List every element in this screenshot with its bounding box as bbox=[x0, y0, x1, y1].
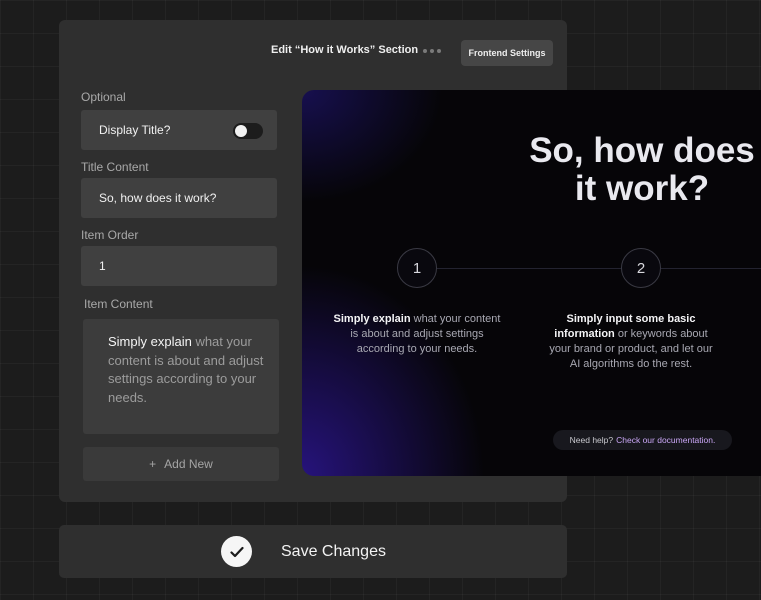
title-content-label: Title Content bbox=[81, 160, 149, 174]
frontend-settings-button[interactable]: Frontend Settings bbox=[461, 40, 553, 66]
item-order-label: Item Order bbox=[81, 228, 139, 242]
panel-title: Edit “How it Works” Section bbox=[271, 44, 419, 56]
item-content-strong: Simply explain bbox=[108, 334, 192, 349]
title-content-input[interactable]: So, how does it work? bbox=[81, 178, 277, 218]
checkmark-icon bbox=[221, 536, 252, 567]
preview-title-line1: So, how does bbox=[529, 131, 755, 170]
item-content-textarea[interactable]: Simply explain what your content is abou… bbox=[83, 319, 279, 434]
step-description-2: Simply input some basic information or k… bbox=[546, 312, 716, 372]
add-new-button[interactable]: + Add New bbox=[83, 447, 279, 481]
save-changes-label: Save Changes bbox=[281, 543, 386, 560]
optional-label: Optional bbox=[81, 90, 126, 104]
section-preview: So, how does it work? 1 Simply explain w… bbox=[302, 90, 761, 476]
help-text: Need help? bbox=[569, 435, 614, 445]
save-changes-button[interactable]: Save Changes bbox=[59, 525, 567, 578]
display-title-field: Display Title? bbox=[81, 110, 277, 150]
steps-connector-line bbox=[437, 268, 761, 269]
item-order-input[interactable]: 1 bbox=[81, 246, 277, 286]
documentation-link[interactable]: Check our documentation. bbox=[616, 435, 715, 445]
display-title-label: Display Title? bbox=[99, 123, 171, 137]
preview-title: So, how does it work? bbox=[512, 132, 761, 208]
step-number-2: 2 bbox=[621, 248, 661, 288]
step-number-1: 1 bbox=[397, 248, 437, 288]
help-pill: Need help? Check our documentation. bbox=[553, 430, 732, 450]
more-dots-icon[interactable] bbox=[423, 49, 441, 53]
add-new-label: Add New bbox=[164, 457, 213, 471]
item-content-label: Item Content bbox=[84, 297, 153, 311]
step-1-strong: Simply explain bbox=[333, 313, 411, 325]
plus-icon: + bbox=[149, 457, 157, 471]
preview-title-line2: it work? bbox=[574, 169, 710, 208]
step-description-1: Simply explain what your content is abou… bbox=[332, 312, 502, 357]
display-title-toggle[interactable] bbox=[233, 123, 263, 139]
